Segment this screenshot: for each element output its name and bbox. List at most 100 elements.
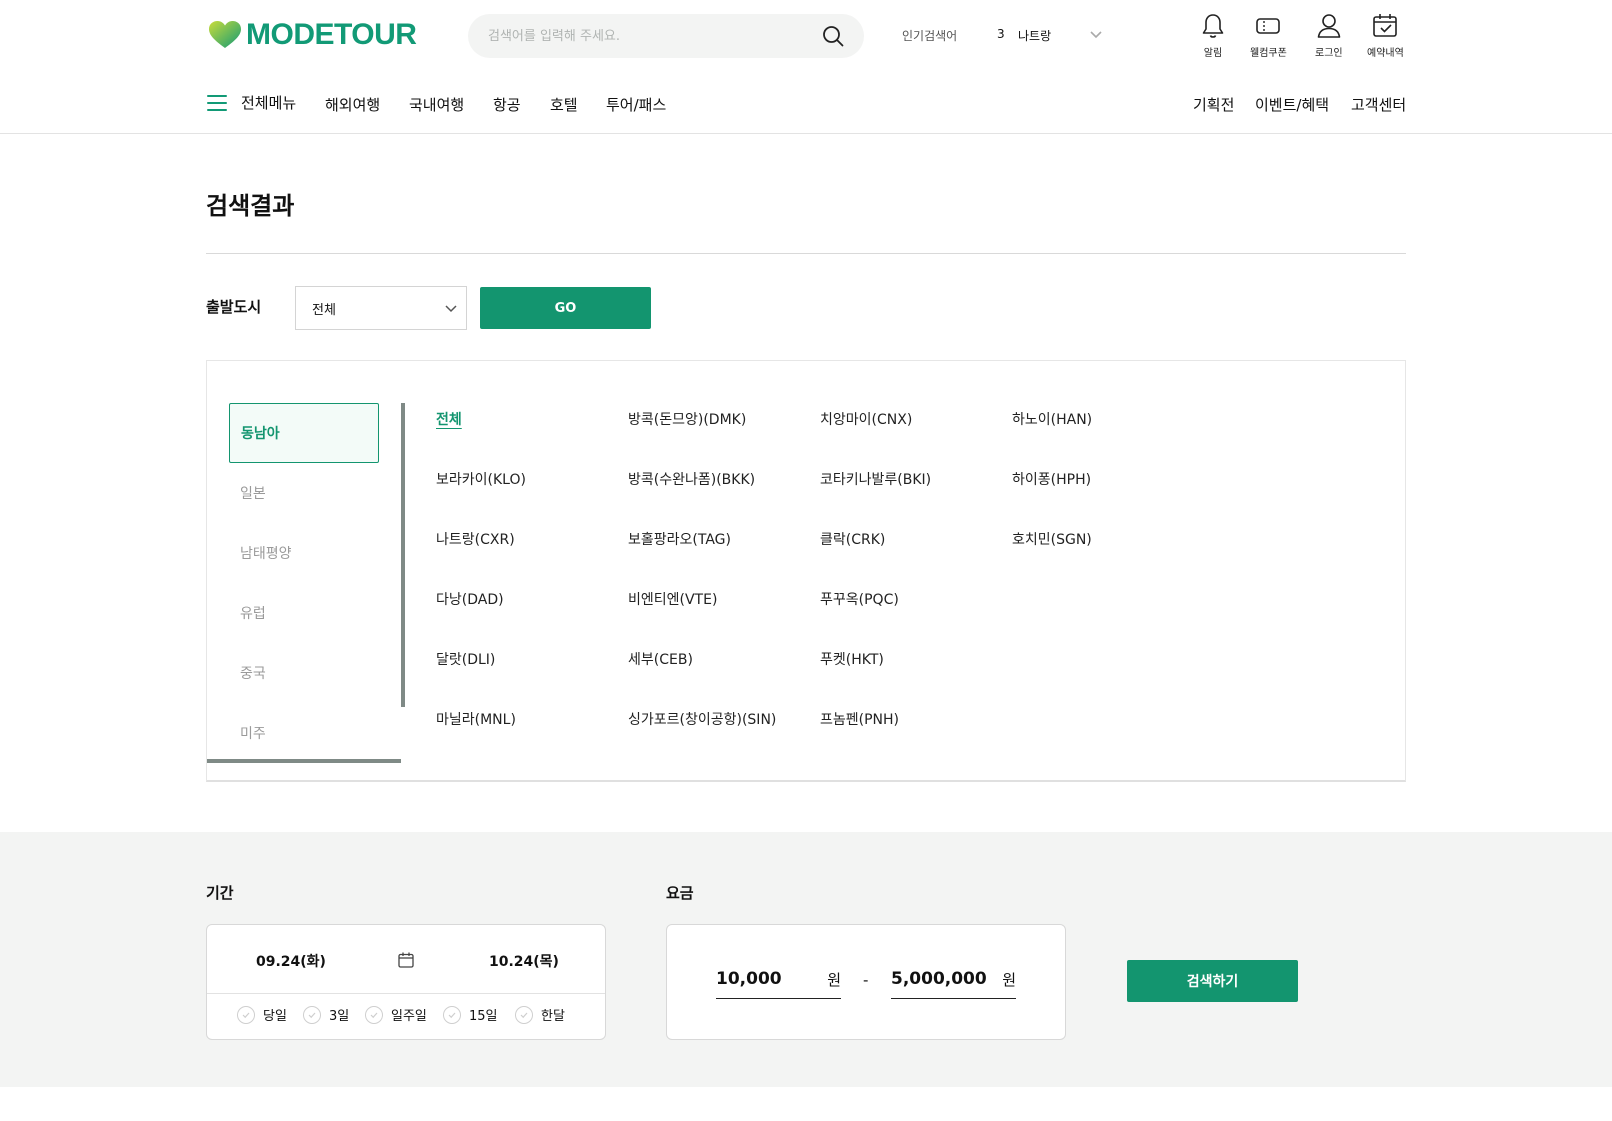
city-item[interactable]: 방콕(돈므앙)(DMK) bbox=[628, 409, 746, 429]
reservations-label: 예약내역 bbox=[1367, 48, 1404, 59]
coupon-button[interactable]: 웰컴쿠폰 bbox=[1250, 12, 1287, 59]
chevron-down-icon bbox=[445, 305, 457, 313]
city-item[interactable]: 다낭(DAD) bbox=[436, 589, 504, 609]
price-min-value: 10,000 bbox=[716, 969, 782, 989]
quick-option-15-days[interactable]: 15일 bbox=[443, 1005, 498, 1024]
departure-select[interactable]: 전체 bbox=[295, 286, 467, 330]
quick-option-label: 당일 bbox=[263, 1009, 287, 1024]
city-item[interactable]: 클락(CRK) bbox=[820, 529, 885, 549]
price-unit: 원 bbox=[827, 971, 841, 989]
search-box bbox=[468, 14, 864, 58]
quick-option-label: 한달 bbox=[541, 1009, 565, 1024]
price-min-field[interactable]: 10,000 원 bbox=[716, 969, 841, 999]
departure-selected: 전체 bbox=[312, 302, 336, 318]
city-item[interactable]: 하노이(HAN) bbox=[1012, 409, 1092, 429]
check-circle-icon bbox=[303, 1005, 321, 1024]
gnb-flight[interactable]: 항공 bbox=[493, 94, 521, 115]
login-button[interactable]: 로그인 bbox=[1315, 12, 1343, 59]
departure-label: 출발도시 bbox=[206, 298, 262, 316]
gnb-overseas[interactable]: 해외여행 bbox=[325, 94, 380, 115]
region-item-japan[interactable]: 일본 bbox=[229, 463, 379, 523]
login-label: 로그인 bbox=[1315, 48, 1343, 59]
start-date[interactable]: 09.24(화) bbox=[256, 951, 326, 971]
all-menu-button[interactable]: 전체메뉴 bbox=[207, 92, 296, 113]
logo-text: MODETOUR bbox=[246, 18, 417, 51]
city-item[interactable]: 방콕(수완나폼)(BKK) bbox=[628, 469, 755, 489]
city-item[interactable]: 코타키나발루(BKI) bbox=[820, 469, 931, 489]
price-max-value: 5,000,000 bbox=[891, 969, 987, 989]
city-item[interactable]: 세부(CEB) bbox=[628, 649, 693, 669]
city-item[interactable]: 푸꾸옥(PQC) bbox=[820, 589, 899, 609]
header: MODETOUR 인기검색어 3 나트랑 알림 웰컴쿠폰 로그인 bbox=[0, 0, 1612, 72]
main-navigation: 전체메뉴 해외여행 국내여행 항공 호텔 투어/패스 기획전 이벤트/혜택 고객… bbox=[0, 72, 1612, 134]
city-item[interactable]: 푸켓(HKT) bbox=[820, 649, 884, 669]
popular-rank: 3 bbox=[997, 27, 1005, 41]
gnb-customer-center[interactable]: 고객센터 bbox=[1351, 94, 1406, 115]
region-scrollbar-horizontal[interactable] bbox=[207, 759, 401, 763]
gnb-events[interactable]: 이벤트/혜택 bbox=[1255, 94, 1329, 115]
period-label: 기간 bbox=[206, 884, 234, 902]
check-circle-icon bbox=[443, 1005, 461, 1024]
city-item-all[interactable]: 전체 bbox=[436, 409, 462, 429]
gnb-promotions[interactable]: 기획전 bbox=[1193, 94, 1234, 115]
region-item-china[interactable]: 중국 bbox=[229, 643, 379, 703]
city-item[interactable]: 비엔티엔(VTE) bbox=[628, 589, 717, 609]
city-item[interactable]: 싱가포르(창이공항)(SIN) bbox=[628, 709, 776, 729]
go-button[interactable]: GO bbox=[480, 287, 651, 329]
quick-option-label: 일주일 bbox=[391, 1009, 427, 1024]
quick-option-label: 15일 bbox=[469, 1009, 498, 1024]
search-input[interactable] bbox=[488, 14, 808, 58]
region-item-americas[interactable]: 미주 bbox=[229, 703, 379, 763]
quick-option-week[interactable]: 일주일 bbox=[365, 1005, 427, 1024]
check-circle-icon bbox=[515, 1005, 533, 1024]
quick-option-3-days[interactable]: 3일 bbox=[303, 1005, 349, 1024]
city-item[interactable]: 치앙마이(CNX) bbox=[820, 409, 912, 429]
check-circle-icon bbox=[237, 1005, 255, 1024]
coupon-label: 웰컴쿠폰 bbox=[1250, 48, 1287, 59]
end-date[interactable]: 10.24(목) bbox=[489, 951, 559, 971]
city-item[interactable]: 보라카이(KLO) bbox=[436, 469, 526, 489]
city-item[interactable]: 프놈펜(PNH) bbox=[820, 709, 899, 729]
hamburger-icon bbox=[207, 94, 227, 111]
period-box: 09.24(화) 10.24(목) 당일 3일 일주일 15일 한달 bbox=[206, 924, 606, 1040]
region-item-europe[interactable]: 유럽 bbox=[229, 583, 379, 643]
all-menu-label: 전체메뉴 bbox=[241, 94, 297, 112]
region-list: 동남아 일본 남태평양 유럽 중국 미주 bbox=[229, 403, 397, 761]
user-icon bbox=[1317, 14, 1341, 38]
city-item[interactable]: 하이퐁(HPH) bbox=[1012, 469, 1091, 489]
check-circle-icon bbox=[365, 1005, 383, 1024]
city-item[interactable]: 나트랑(CXR) bbox=[436, 529, 515, 549]
price-separator: - bbox=[863, 971, 869, 989]
quick-option-same-day[interactable]: 당일 bbox=[237, 1005, 287, 1024]
search-submit-button[interactable]: 검색하기 bbox=[1127, 960, 1298, 1002]
logo[interactable]: MODETOUR bbox=[208, 18, 417, 52]
quick-option-month[interactable]: 한달 bbox=[515, 1005, 565, 1024]
logo-heart-icon bbox=[209, 21, 241, 48]
city-item[interactable]: 호치민(SGN) bbox=[1012, 529, 1092, 549]
chevron-down-icon[interactable] bbox=[1088, 28, 1104, 42]
city-item[interactable]: 달랏(DLI) bbox=[436, 649, 495, 669]
reservations-button[interactable]: 예약내역 bbox=[1367, 12, 1404, 59]
city-item[interactable]: 마닐라(MNL) bbox=[436, 709, 516, 729]
search-icon[interactable] bbox=[822, 25, 844, 47]
price-max-field[interactable]: 5,000,000 원 bbox=[891, 969, 1016, 999]
region-item-southeast-asia[interactable]: 동남아 bbox=[229, 403, 379, 463]
alarm-label: 알림 bbox=[1203, 48, 1223, 59]
bell-icon bbox=[1202, 14, 1224, 38]
popular-label: 인기검색어 bbox=[902, 29, 958, 43]
price-box: 10,000 원 - 5,000,000 원 bbox=[666, 924, 1066, 1040]
gnb-hotel[interactable]: 호텔 bbox=[550, 94, 578, 115]
popular-keyword[interactable]: 나트랑 bbox=[1018, 27, 1051, 44]
calendar-check-icon bbox=[1373, 14, 1398, 37]
calendar-icon[interactable] bbox=[397, 951, 415, 969]
region-item-south-pacific[interactable]: 남태평양 bbox=[229, 523, 379, 583]
quick-option-label: 3일 bbox=[329, 1009, 350, 1024]
alarm-button[interactable]: 알림 bbox=[1200, 12, 1226, 59]
price-label: 요금 bbox=[666, 884, 694, 902]
gnb-tour-pass[interactable]: 투어/패스 bbox=[606, 94, 666, 115]
gnb-domestic[interactable]: 국내여행 bbox=[409, 94, 464, 115]
region-scrollbar-vertical[interactable] bbox=[401, 403, 405, 707]
city-item[interactable]: 보홀팡라오(TAG) bbox=[628, 529, 731, 549]
region-panel: 동남아 일본 남태평양 유럽 중국 미주 전체 방콕(돈므앙)(DMK) 치앙마이(… bbox=[206, 360, 1406, 782]
coupon-icon bbox=[1256, 18, 1281, 34]
